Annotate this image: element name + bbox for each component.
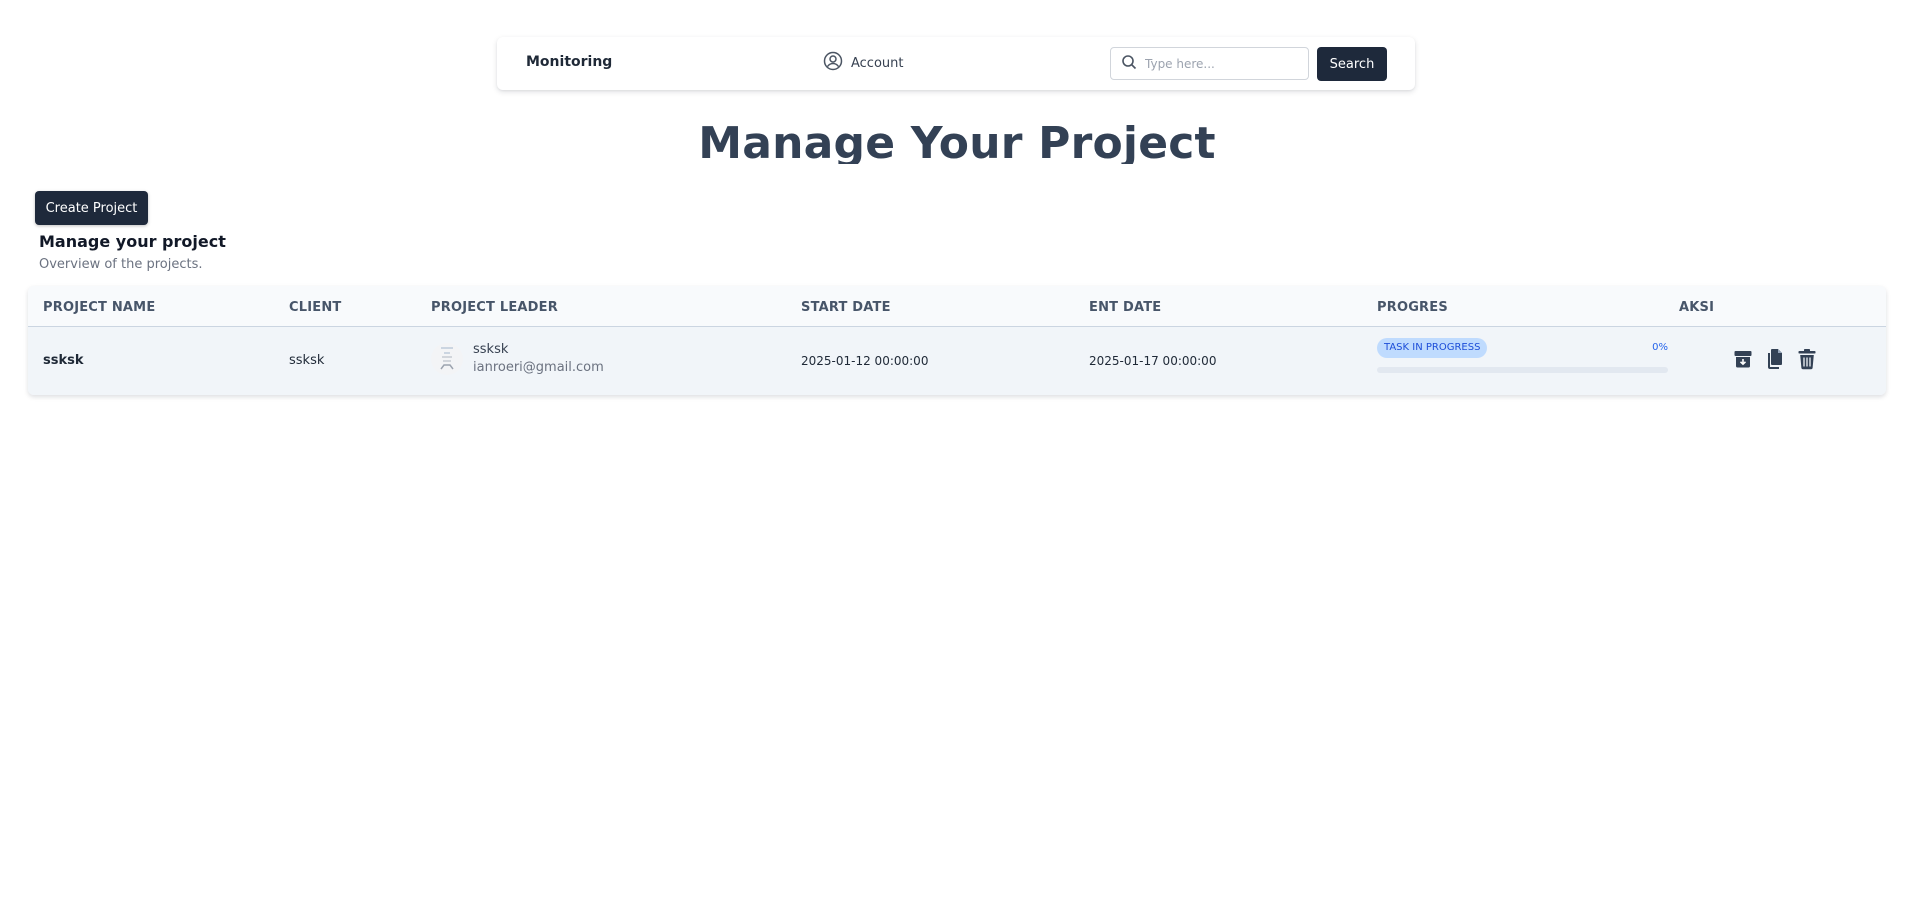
- section-title: Manage your project: [39, 232, 226, 251]
- header-project-name: PROJECT NAME: [43, 300, 156, 315]
- header-start-date: START DATE: [801, 300, 891, 315]
- section-subtitle: Overview of the projects.: [39, 257, 203, 272]
- leader-name: ssksk: [473, 342, 509, 357]
- trash-icon[interactable]: [1796, 347, 1818, 371]
- row-actions: [1732, 347, 1818, 371]
- nav-brand[interactable]: Monitoring: [526, 54, 612, 70]
- cell-start-date: 2025-01-12 00:00:00: [801, 354, 929, 368]
- search-icon: [1121, 54, 1137, 74]
- leader-info: ssksk ianroeri@gmail.com: [473, 341, 604, 377]
- header-client: CLIENT: [289, 300, 342, 315]
- header-project-leader: PROJECT LEADER: [431, 300, 558, 315]
- header-actions: AKSI: [1679, 300, 1715, 315]
- projects-table: PROJECT NAME CLIENT PROJECT LEADER START…: [28, 286, 1886, 395]
- page-title: Manage Your Project: [698, 118, 1216, 164]
- search-box: [1110, 47, 1309, 80]
- create-project-button[interactable]: Create Project: [35, 191, 148, 225]
- progress-percent-label: 0%: [1652, 342, 1668, 353]
- table-header: PROJECT NAME CLIENT PROJECT LEADER START…: [28, 286, 1886, 327]
- search-button[interactable]: Search: [1317, 47, 1387, 81]
- status-badge: TASK IN PROGRESS: [1377, 338, 1488, 358]
- cell-client: ssksk: [289, 353, 325, 368]
- nav-account-label: Account: [851, 55, 904, 71]
- cell-end-date: 2025-01-17 00:00:00: [1089, 354, 1217, 368]
- header-progress: PROGRES: [1377, 300, 1448, 315]
- cell-project-name: ssksk: [43, 353, 84, 368]
- user-circle-icon: [823, 51, 843, 75]
- avatar: [431, 343, 463, 375]
- search-input[interactable]: [1145, 56, 1295, 71]
- archive-icon[interactable]: [1732, 347, 1754, 371]
- leader-email: ianroeri@gmail.com: [473, 360, 604, 375]
- progress-bar: [1377, 367, 1668, 373]
- table-row: ssksk ssksk ssksk ianroeri@gmail.com 202…: [28, 327, 1886, 395]
- header-end-date: ENT DATE: [1089, 300, 1162, 315]
- top-navbar: Monitoring Account Search: [497, 37, 1415, 90]
- copy-icon[interactable]: [1764, 347, 1786, 371]
- nav-account-link[interactable]: Account: [823, 51, 904, 75]
- cell-project-leader: ssksk ianroeri@gmail.com: [431, 341, 604, 377]
